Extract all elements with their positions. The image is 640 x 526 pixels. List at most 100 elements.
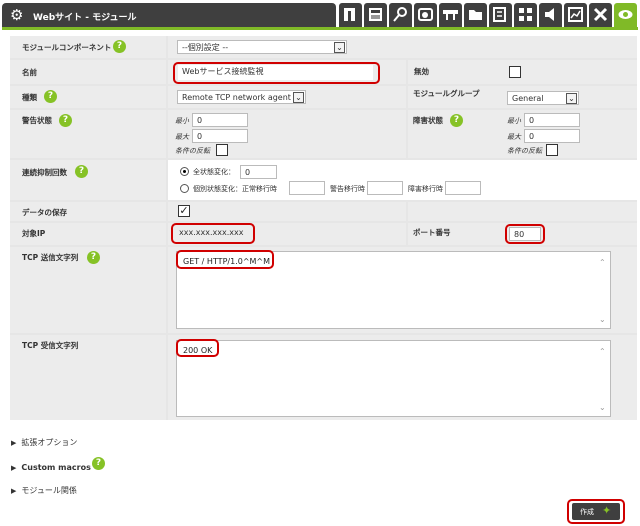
tcp-send-textarea[interactable]: GET / HTTP/1.0^M^M ⌃ ⌄ xyxy=(176,251,611,329)
ff-all-input[interactable]: 0 xyxy=(240,165,277,179)
history-checkbox-checked[interactable]: ✓ xyxy=(178,205,190,217)
tcp-recv-value: 200 OK xyxy=(183,346,213,355)
chevron-up-icon: ⌃ xyxy=(599,258,606,267)
custom-macros-label: Custom macros xyxy=(21,463,91,472)
help-icon[interactable]: ? xyxy=(92,457,105,470)
port-cell: ポート番号 80 xyxy=(408,223,637,245)
statistics-icon[interactable] xyxy=(564,3,587,27)
eye-icon[interactable] xyxy=(614,3,637,27)
critical-max-input[interactable]: 0 xyxy=(524,129,580,143)
history-label-cell: データの保存 xyxy=(10,202,166,221)
tcp-send-value: GET / HTTP/1.0^M^M xyxy=(183,257,271,266)
network-icon[interactable] xyxy=(439,3,462,27)
module-form: モジュールコンポーネント ? --個別設定 -- ⌄ 名前 Webサービス接続監… xyxy=(10,36,637,420)
agent-config-icon[interactable] xyxy=(414,3,437,27)
ff-warn-input[interactable] xyxy=(367,181,403,195)
critical-min-value: 0 xyxy=(529,116,535,125)
help-icon[interactable]: ? xyxy=(450,114,463,127)
header-bar: ⚙ Webサイト - モジュール xyxy=(0,0,640,30)
module-relations-toggle[interactable]: ▶ モジュール関係 xyxy=(11,485,77,496)
port-value: 80 xyxy=(514,230,525,239)
ff-all-radio[interactable] xyxy=(180,167,189,176)
template-icon[interactable] xyxy=(489,3,512,27)
warning-max-input[interactable]: 0 xyxy=(192,129,248,143)
port-label: ポート番号 xyxy=(413,228,451,237)
tcp-recv-label: TCP 受信文字列 xyxy=(22,341,79,350)
type-select[interactable]: Remote TCP network agent ⌄ xyxy=(177,90,306,104)
warning-min-input[interactable]: 0 xyxy=(192,113,248,127)
ff-each-label: 個別状態変化：正常移行時 xyxy=(193,185,277,193)
target-ip-label-cell: 対象IP xyxy=(10,223,166,245)
header-accent-line xyxy=(2,27,638,30)
warning-label-cell: 警告状態 ? xyxy=(10,110,166,158)
chevron-down-icon: ⌄ xyxy=(566,93,577,104)
view-icon[interactable] xyxy=(339,3,362,27)
component-select[interactable]: --個別設定 -- ⌄ xyxy=(177,40,347,54)
wizard-icon[interactable] xyxy=(389,3,412,27)
warning-max-value: 0 xyxy=(197,132,203,141)
advanced-options-label: 拡張オプション xyxy=(21,438,78,447)
chevron-down-icon: ⌄ xyxy=(293,92,304,103)
inventory-icon[interactable] xyxy=(514,3,537,27)
tools-icon[interactable] xyxy=(589,3,612,27)
gear-icon: ⚙ xyxy=(10,6,24,24)
chevron-up-icon: ⌃ xyxy=(599,347,606,356)
ff-crit-input[interactable] xyxy=(445,181,481,195)
help-icon[interactable]: ? xyxy=(59,114,72,127)
help-icon[interactable]: ? xyxy=(44,90,57,103)
advanced-options-toggle[interactable]: ▶ 拡張オプション xyxy=(11,437,77,448)
create-button[interactable]: 作成 ✦ xyxy=(572,503,620,520)
warning-min-label: 最小 xyxy=(175,117,189,125)
tcp-recv-textarea[interactable]: 200 OK ⌃ ⌄ xyxy=(176,340,611,417)
target-ip-label: 対象IP xyxy=(22,229,46,238)
create-button-label: 作成 xyxy=(580,508,594,516)
critical-inverse-label: 条件の反転 xyxy=(507,147,542,155)
module-relations-label: モジュール関係 xyxy=(21,486,77,495)
folder-icon[interactable] xyxy=(464,3,487,27)
warning-value-cell: 最小 0 最大 0 条件の反転 xyxy=(168,110,406,158)
alerts-icon[interactable] xyxy=(539,3,562,27)
tcp-send-label: TCP 送信文字列 xyxy=(22,253,79,262)
critical-max-label: 最大 xyxy=(507,133,521,141)
warning-label: 警告状態 xyxy=(22,116,52,125)
textarea-scrollbar[interactable]: ⌃ ⌄ xyxy=(598,341,608,416)
warning-inverse-checkbox[interactable] xyxy=(216,144,228,156)
title-tab: ⚙ Webサイト - モジュール xyxy=(2,3,336,27)
caret-right-icon: ▶ xyxy=(11,464,17,472)
textarea-scrollbar[interactable]: ⌃ ⌄ xyxy=(598,252,608,328)
critical-min-input[interactable]: 0 xyxy=(524,113,580,127)
chevron-down-icon: ⌄ xyxy=(334,42,345,53)
ff-all-value: 0 xyxy=(245,168,251,177)
name-input[interactable]: Webサービス接続監視 xyxy=(178,65,373,80)
critical-inverse-checkbox[interactable] xyxy=(546,144,558,156)
ff-label-cell: 連続抑制回数 ? xyxy=(10,160,166,200)
module-group-select-value: General xyxy=(512,94,544,103)
ff-each-radio[interactable] xyxy=(180,184,189,193)
component-value-cell: --個別設定 -- ⌄ xyxy=(168,36,637,58)
module-group-select[interactable]: General ⌄ xyxy=(507,91,579,105)
custom-macros-toggle[interactable]: ▶ Custom macros xyxy=(11,463,91,472)
snmp-icon[interactable] xyxy=(364,3,387,27)
warning-inverse-label: 条件の反転 xyxy=(175,147,210,155)
ff-warn-label: 警告移行時 xyxy=(330,185,365,193)
help-icon[interactable]: ? xyxy=(113,40,126,53)
name-value-cell: Webサービス接続監視 xyxy=(168,60,406,84)
disabled-checkbox[interactable] xyxy=(509,66,521,78)
type-label-cell: 種類 ? xyxy=(10,86,166,108)
name-label: 名前 xyxy=(22,68,37,77)
target-ip-input[interactable]: xxx.xxx.xxx.xxx xyxy=(175,226,253,240)
critical-max-value: 0 xyxy=(529,132,535,141)
module-group-cell: モジュールグループ General ⌄ xyxy=(408,86,637,108)
disabled-label: 無効 xyxy=(414,67,429,76)
chevron-down-icon: ⌄ xyxy=(599,403,606,412)
port-input[interactable]: 80 xyxy=(509,227,541,241)
component-label: モジュールコンポーネント xyxy=(22,43,112,52)
help-icon[interactable]: ? xyxy=(75,165,88,178)
ff-normal-input[interactable] xyxy=(289,181,325,195)
type-select-value: Remote TCP network agent xyxy=(182,93,291,102)
chevron-down-icon: ⌄ xyxy=(599,315,606,324)
help-icon[interactable]: ? xyxy=(87,251,100,264)
caret-right-icon: ▶ xyxy=(11,487,17,495)
tcp-send-value-cell: GET / HTTP/1.0^M^M ⌃ ⌄ xyxy=(168,247,637,333)
type-label: 種類 xyxy=(22,93,37,102)
